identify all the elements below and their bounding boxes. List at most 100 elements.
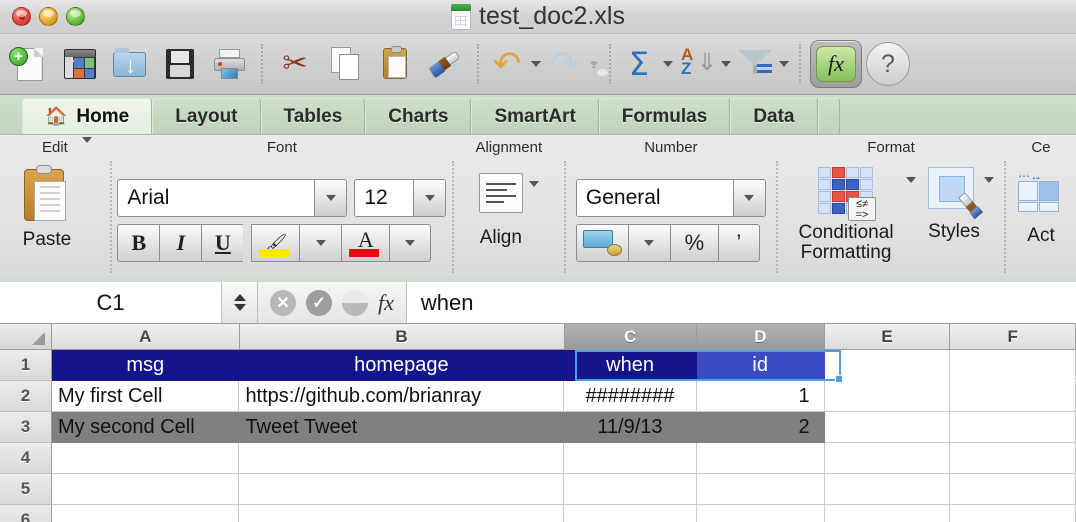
formula-builder-button[interactable]: fx: [810, 40, 862, 88]
highlight-color-button[interactable]: 🖌: [251, 223, 300, 262]
cell-a2[interactable]: My first Cell: [51, 381, 240, 412]
open-folder-button[interactable]: ↓: [104, 36, 154, 92]
cell-c2[interactable]: ########: [564, 381, 697, 412]
cell-b5[interactable]: [239, 474, 565, 505]
save-button[interactable]: [154, 36, 204, 92]
row-header-2[interactable]: 2: [0, 381, 52, 412]
cell-c6[interactable]: [564, 505, 697, 522]
currency-format-button[interactable]: [575, 223, 628, 262]
row-header-3[interactable]: 3: [0, 412, 52, 443]
cell-d4[interactable]: [696, 443, 825, 474]
cell-e5[interactable]: [824, 474, 951, 505]
cell-b3[interactable]: Tweet Tweet: [239, 412, 565, 443]
cell-a3[interactable]: My second Cell: [51, 412, 240, 443]
styles-button[interactable]: Styles: [928, 167, 984, 243]
cell-d6[interactable]: [697, 505, 825, 522]
format-painter-button[interactable]: [420, 36, 470, 92]
align-dropdown[interactable]: [528, 181, 539, 205]
cell-c5[interactable]: [564, 474, 697, 505]
cell-c1[interactable]: when: [564, 350, 697, 381]
row-header-6[interactable]: 6: [0, 505, 52, 522]
tab-overflow[interactable]: [817, 98, 840, 134]
column-header-c[interactable]: C: [564, 324, 698, 350]
font-size-dropdown[interactable]: [413, 179, 446, 216]
cell-d1[interactable]: id: [696, 350, 825, 381]
row-header-4[interactable]: 4: [0, 443, 52, 474]
undo-dropdown[interactable]: [528, 61, 544, 67]
cell-d3[interactable]: 2: [696, 412, 825, 443]
column-header-b[interactable]: B: [239, 324, 565, 350]
row-header-5[interactable]: 5: [0, 474, 52, 505]
cell-f4[interactable]: [950, 443, 1076, 474]
help-button[interactable]: ?: [866, 42, 910, 86]
currency-dropdown[interactable]: [627, 223, 670, 262]
paste-ribbon-button[interactable]: Paste: [18, 165, 76, 251]
sort-dropdown[interactable]: [718, 61, 734, 67]
redo-button[interactable]: ↷: [544, 36, 586, 92]
formula-input[interactable]: when: [406, 282, 1076, 323]
filter-dropdown[interactable]: [776, 61, 792, 67]
number-format-dropdown[interactable]: [732, 179, 765, 216]
cell-d2[interactable]: 1: [696, 381, 825, 412]
cells-action-button[interactable]: ⋯↔ Act: [1016, 169, 1066, 247]
font-name-dropdown[interactable]: [314, 179, 347, 216]
tab-smartart[interactable]: SmartArt: [471, 98, 599, 134]
name-box[interactable]: C1: [0, 282, 222, 323]
tab-formulas[interactable]: Formulas: [598, 98, 731, 134]
undo-button[interactable]: ↶: [486, 36, 528, 92]
font-name-combo[interactable]: Arial: [117, 178, 348, 217]
cell-f1[interactable]: [950, 350, 1076, 381]
cell-b1[interactable]: homepage: [239, 350, 564, 381]
italic-button[interactable]: I: [159, 223, 202, 262]
comma-format-button[interactable]: ’: [717, 223, 760, 262]
name-box-stepper[interactable]: [222, 282, 258, 323]
cell-a1[interactable]: msg: [52, 350, 240, 381]
cut-button[interactable]: ✂: [270, 36, 320, 92]
cell-f6[interactable]: [950, 505, 1076, 522]
cell-a4[interactable]: [51, 443, 240, 474]
paste-options-dropdown[interactable]: [81, 137, 92, 161]
paste-button[interactable]: [370, 36, 420, 92]
align-button[interactable]: Align: [478, 173, 523, 249]
formula-toggle-button[interactable]: ●: [342, 289, 368, 316]
percent-format-button[interactable]: %: [669, 223, 718, 262]
tab-data[interactable]: Data: [730, 98, 818, 134]
cell-b4[interactable]: [239, 443, 565, 474]
font-color-dropdown[interactable]: [389, 223, 432, 262]
highlight-color-dropdown[interactable]: [299, 223, 342, 262]
fill-handle[interactable]: [835, 375, 843, 383]
cell-e4[interactable]: [824, 443, 951, 474]
template-gallery-button[interactable]: [54, 36, 104, 92]
conditional-formatting-dropdown[interactable]: [906, 177, 917, 201]
new-document-button[interactable]: +: [4, 36, 54, 92]
cell-b2[interactable]: https://github.com/brianray: [239, 381, 565, 412]
column-header-d[interactable]: D: [697, 324, 825, 350]
cell-e6[interactable]: [825, 505, 951, 522]
cell-e2[interactable]: [824, 381, 951, 412]
cell-b6[interactable]: [239, 505, 565, 522]
conditional-formatting-button[interactable]: ≤≠ => Conditional Formatting: [788, 167, 904, 263]
tab-charts[interactable]: Charts: [365, 98, 472, 134]
tab-layout[interactable]: Layout: [152, 98, 261, 134]
copy-button[interactable]: [320, 36, 370, 92]
sort-button[interactable]: A Z ⇓: [676, 36, 718, 92]
bold-button[interactable]: B: [117, 223, 160, 262]
number-format-combo[interactable]: General: [575, 178, 766, 217]
cell-e1[interactable]: [824, 350, 951, 381]
autosum-button[interactable]: Σ: [618, 36, 660, 92]
redo-dropdown[interactable]: [586, 60, 608, 76]
filter-button[interactable]: [734, 36, 776, 92]
cell-f3[interactable]: [950, 412, 1076, 443]
column-header-f[interactable]: F: [950, 324, 1076, 350]
underline-button[interactable]: U: [201, 223, 244, 262]
cell-d5[interactable]: [696, 474, 825, 505]
print-button[interactable]: [204, 36, 254, 92]
column-header-a[interactable]: A: [52, 324, 240, 350]
tab-home[interactable]: 🏠 Home: [22, 98, 153, 134]
cell-c3[interactable]: 11/9/13: [564, 412, 697, 443]
cancel-edit-button[interactable]: ✕: [270, 289, 296, 316]
column-header-e[interactable]: E: [824, 324, 951, 350]
accept-edit-button[interactable]: ✓: [306, 289, 332, 316]
cell-e3[interactable]: [824, 412, 951, 443]
cell-f2[interactable]: [950, 381, 1076, 412]
